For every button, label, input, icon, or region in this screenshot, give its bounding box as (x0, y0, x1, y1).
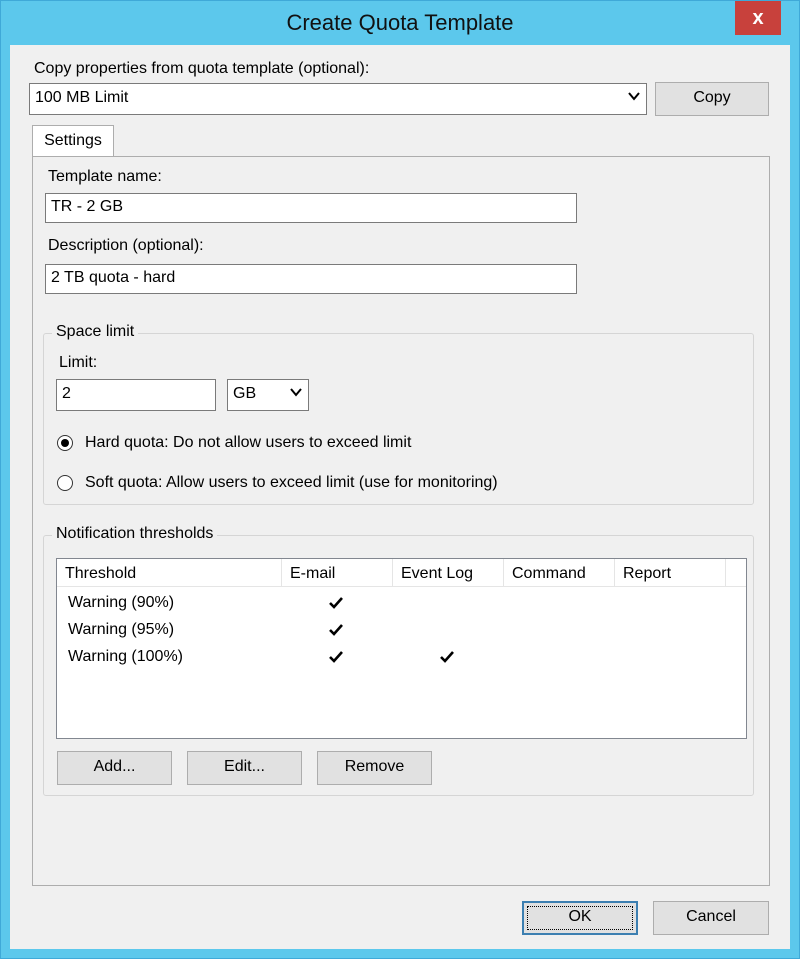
column-header-label: Threshold (65, 565, 137, 582)
add-threshold-button[interactable]: Add... (57, 751, 172, 785)
hard-quota-label[interactable]: Hard quota: Do not allow users to exceed… (85, 434, 411, 452)
tab-settings-label: Settings (44, 132, 102, 149)
tab-settings[interactable]: Settings (32, 125, 114, 157)
table-row[interactable]: Warning (95%) (57, 617, 746, 644)
template-name-value: TR - 2 GB (51, 198, 124, 215)
cancel-button[interactable]: Cancel (653, 901, 769, 935)
chevron-down-icon (628, 92, 640, 101)
description-field[interactable]: 2 TB quota - hard (45, 264, 577, 294)
column-header-email[interactable]: E-mail (282, 559, 393, 587)
limit-unit-value: GB (233, 385, 257, 402)
soft-quota-radio[interactable] (57, 475, 73, 491)
column-header-label: Command (512, 565, 586, 582)
limit-value: 2 (62, 385, 71, 402)
hard-quota-radio[interactable] (57, 435, 73, 451)
threshold-cell: Warning (100%) (68, 648, 184, 665)
copy-from-label: Copy properties from quota template (opt… (34, 60, 370, 77)
column-header-event-log[interactable]: Event Log (393, 559, 504, 587)
checkmark-icon (440, 651, 454, 663)
cancel-button-label: Cancel (686, 908, 736, 925)
soft-quota-label[interactable]: Soft quota: Allow users to exceed limit … (85, 474, 498, 492)
template-name-field[interactable]: TR - 2 GB (45, 193, 577, 223)
focus-rectangle (527, 906, 633, 930)
limit-value-field[interactable]: 2 (56, 379, 216, 411)
description-value: 2 TB quota - hard (51, 269, 176, 286)
edit-threshold-button[interactable]: Edit... (187, 751, 302, 785)
checkmark-icon (329, 624, 343, 636)
copy-from-template-select[interactable]: 100 MB Limit (29, 83, 647, 115)
column-header-label: E-mail (290, 565, 336, 582)
radio-selected-dot (61, 439, 69, 447)
column-header-report[interactable]: Report (615, 559, 726, 587)
add-button-label: Add... (93, 758, 136, 775)
dialog-body: Copy properties from quota template (opt… (10, 45, 790, 949)
space-limit-legend: Space limit (52, 323, 139, 341)
column-header-label: Event Log (401, 565, 474, 582)
thresholds-list[interactable]: Threshold E-mail Event Log Command Repor… (56, 558, 747, 739)
dialog-window: Create Quota Template x Copy properties … (0, 0, 800, 959)
chevron-down-icon (290, 388, 302, 397)
column-header-command[interactable]: Command (504, 559, 615, 587)
remove-threshold-button[interactable]: Remove (317, 751, 432, 785)
notification-thresholds-group: Notification thresholds Threshold E-mail… (43, 525, 754, 796)
template-name-label: Template name: (48, 168, 162, 185)
checkmark-icon (329, 597, 343, 609)
ok-button[interactable]: OK (522, 901, 638, 935)
settings-panel: Template name: TR - 2 GB Description (op… (32, 156, 770, 886)
column-header-threshold[interactable]: Threshold (57, 559, 282, 587)
space-limit-group: Space limit Limit: 2 GB Hard quota: Do n… (43, 323, 754, 505)
column-header-label: Report (623, 565, 672, 582)
copy-button[interactable]: Copy (655, 82, 769, 116)
column-header-filler (726, 559, 746, 587)
copy-button-label: Copy (693, 89, 731, 106)
table-row[interactable]: Warning (100%) (57, 644, 746, 671)
window-title: Create Quota Template (286, 10, 514, 35)
table-row[interactable]: Warning (90%) (57, 590, 746, 617)
remove-button-label: Remove (344, 758, 405, 775)
copy-from-selected-value: 100 MB Limit (35, 89, 129, 106)
description-label: Description (optional): (48, 237, 204, 254)
limit-label: Limit: (59, 354, 98, 371)
notification-thresholds-legend: Notification thresholds (52, 525, 218, 543)
limit-unit-select[interactable]: GB (227, 379, 309, 411)
title-bar[interactable]: Create Quota Template x (1, 1, 799, 45)
checkmark-icon (329, 651, 343, 663)
close-button[interactable]: x (735, 1, 781, 35)
threshold-cell: Warning (90%) (68, 594, 175, 611)
edit-button-label: Edit... (224, 758, 265, 775)
threshold-cell: Warning (95%) (68, 621, 175, 638)
